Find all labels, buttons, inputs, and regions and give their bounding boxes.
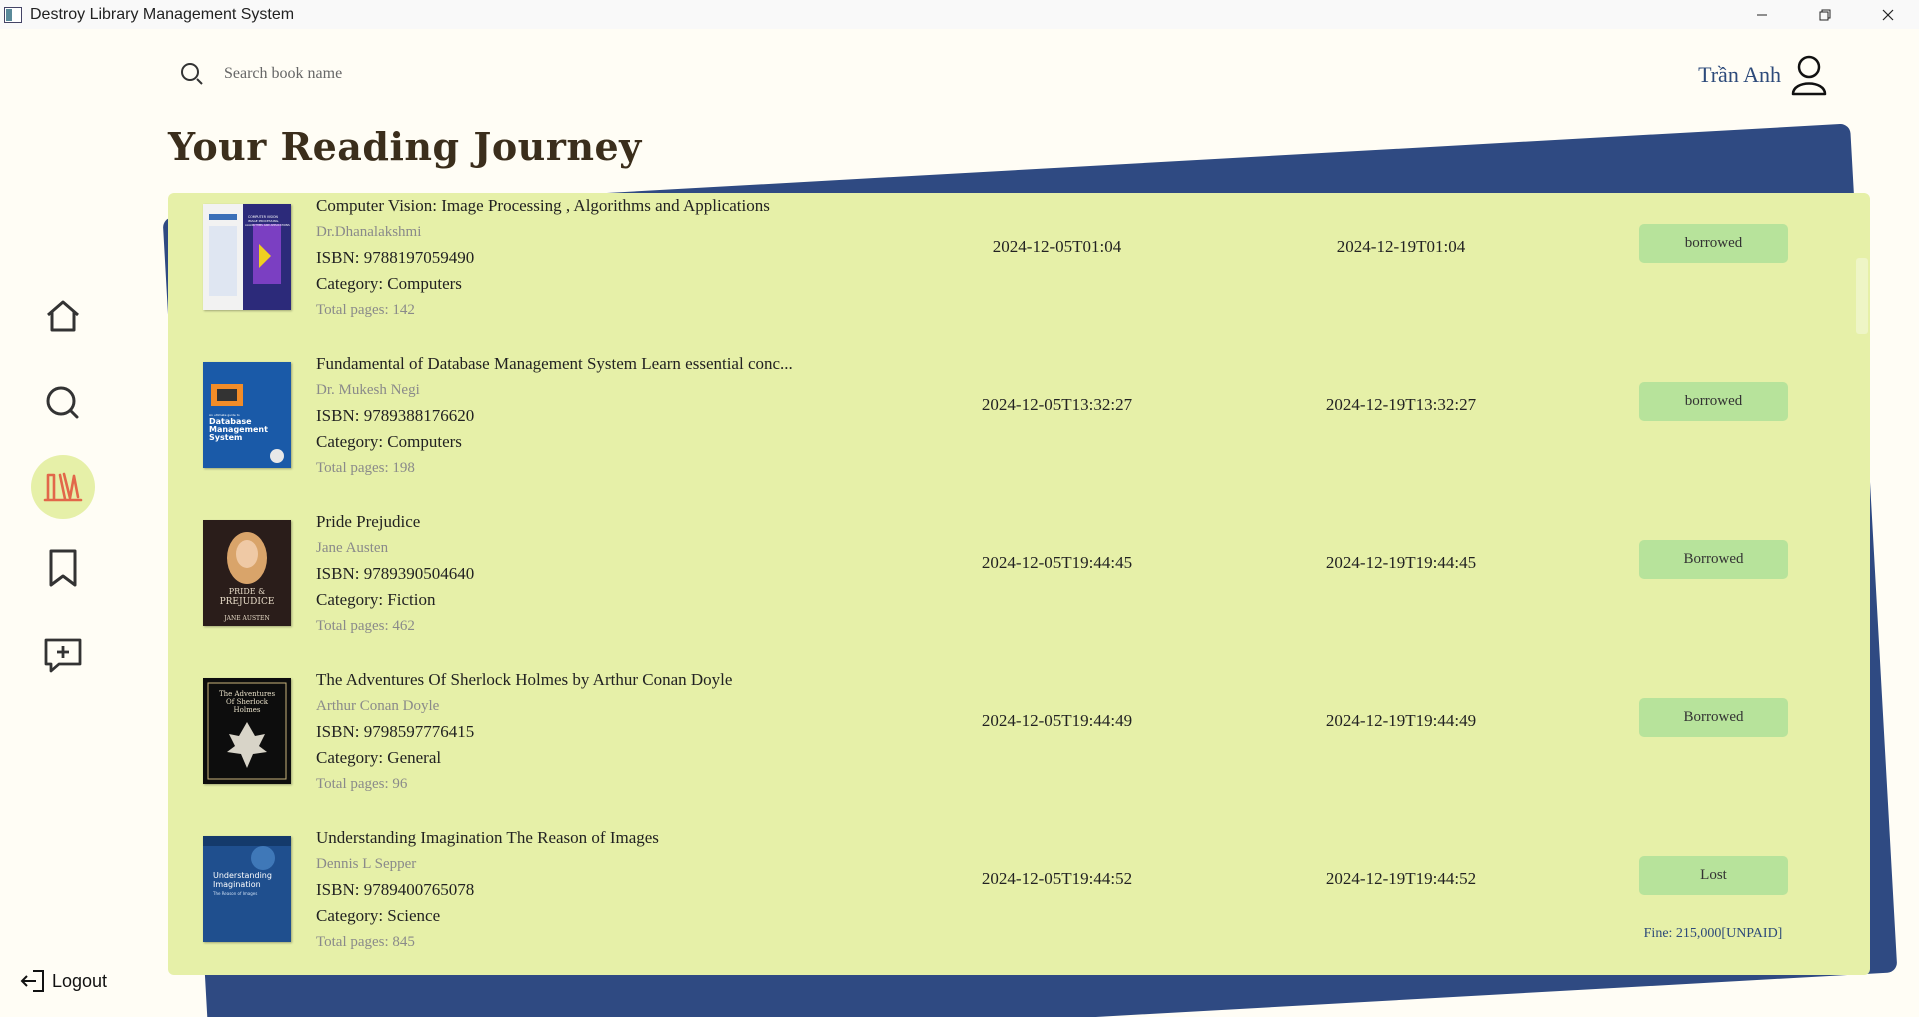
book-info: Understanding Imagination The Reason of … xyxy=(316,825,659,955)
book-cover: An ultimate guide to Database Management… xyxy=(203,362,291,468)
book-row[interactable]: PRIDE & PREJUDICE JANE AUSTEN Pride Prej… xyxy=(168,509,1870,667)
book-category: Category: Science xyxy=(316,906,441,925)
book-cover: The Adventures Of Sherlock Holmes xyxy=(203,678,291,784)
status-badge[interactable]: Borrowed xyxy=(1639,698,1788,737)
book-isbn: ISBN: 9789388176620 xyxy=(316,406,475,425)
book-pages: Total pages: 96 xyxy=(316,776,408,792)
home-icon xyxy=(47,300,79,332)
book-info: Computer Vision: Image Processing , Algo… xyxy=(316,193,770,323)
book-cover: Understanding Imagination The Reason of … xyxy=(203,836,291,942)
fine-label: Fine: 215,000[UNPAID] xyxy=(1643,926,1783,941)
borrow-date: 2024-12-05T19:44:49 xyxy=(981,711,1133,730)
due-date: 2024-12-19T19:44:49 xyxy=(1325,711,1477,730)
message-plus-icon xyxy=(44,638,82,673)
book-author: Dr. Mukesh Negi xyxy=(316,382,420,398)
book-pages: Total pages: 198 xyxy=(316,460,415,476)
status-badge[interactable]: borrowed xyxy=(1639,224,1788,263)
book-row[interactable]: Understanding Imagination The Reason of … xyxy=(168,825,1870,975)
logout-label: Logout xyxy=(52,970,108,991)
page-title: Your Reading Journey xyxy=(168,124,642,169)
book-info: Pride Prejudice Jane Austen ISBN: 978939… xyxy=(316,509,474,639)
status-badge[interactable]: Borrowed xyxy=(1639,540,1788,579)
close-icon xyxy=(1882,9,1893,20)
window-controls xyxy=(1730,0,1919,29)
book-isbn: ISBN: 9798597776415 xyxy=(316,722,475,741)
book-title: Computer Vision: Image Processing , Algo… xyxy=(316,196,770,215)
reading-list: COMPUTER VISION IMAGE PROCESSING, ALGORI… xyxy=(168,193,1870,975)
search-icon[interactable] xyxy=(180,62,204,86)
book-title: Fundamental of Database Management Syste… xyxy=(316,354,793,373)
minimize-button[interactable] xyxy=(1730,0,1793,29)
status-badge[interactable]: borrowed xyxy=(1639,382,1788,421)
book-category: Category: Fiction xyxy=(316,590,436,609)
book-row[interactable]: An ultimate guide to Database Management… xyxy=(168,351,1870,509)
book-isbn: ISBN: 9789400765078 xyxy=(316,880,475,899)
book-title: Understanding Imagination The Reason of … xyxy=(316,828,659,847)
window-titlebar: Destroy Library Management System xyxy=(0,0,1919,29)
search-input[interactable] xyxy=(224,65,624,83)
book-cover: COMPUTER VISION IMAGE PROCESSING, ALGORI… xyxy=(203,204,291,310)
book-category: Category: General xyxy=(316,748,442,767)
search-bar xyxy=(180,62,624,86)
book-category: Category: Computers xyxy=(316,274,462,293)
books-icon xyxy=(43,472,83,502)
book-author: Arthur Conan Doyle xyxy=(316,698,440,714)
borrow-date: 2024-12-05T01:04 xyxy=(992,237,1122,256)
book-author: Dr.Dhanalakshmi xyxy=(316,224,422,240)
due-date: 2024-12-19T13:32:27 xyxy=(1325,395,1477,414)
app-icon xyxy=(4,6,22,23)
book-author: Jane Austen xyxy=(316,540,389,556)
restore-icon xyxy=(1819,9,1830,20)
svg-text:ALGORITHMS AND APPLICATIONS: ALGORITHMS AND APPLICATIONS xyxy=(245,223,290,227)
search-icon xyxy=(46,386,79,419)
close-button[interactable] xyxy=(1856,0,1919,29)
due-date: 2024-12-19T01:04 xyxy=(1336,237,1466,256)
logout-button[interactable]: Logout xyxy=(20,968,107,994)
svg-text:The Reason of Images: The Reason of Images xyxy=(212,891,257,896)
sidebar-item-home[interactable] xyxy=(31,284,95,348)
sidebar-item-feedback[interactable] xyxy=(31,623,95,687)
book-title: Pride Prejudice xyxy=(316,512,421,531)
book-pages: Total pages: 845 xyxy=(316,934,415,950)
due-date: 2024-12-19T19:44:52 xyxy=(1325,869,1477,888)
book-row[interactable]: The Adventures Of Sherlock Holmes The Ad… xyxy=(168,667,1870,825)
bookmark-icon xyxy=(49,549,77,587)
book-title: The Adventures Of Sherlock Holmes by Art… xyxy=(316,670,733,689)
window-title: Destroy Library Management System xyxy=(30,5,295,23)
book-cover: PRIDE & PREJUDICE JANE AUSTEN xyxy=(203,520,291,626)
user-profile[interactable]: Trần Anh xyxy=(1698,54,1829,96)
book-category: Category: Computers xyxy=(316,432,462,451)
sidebar-item-library[interactable] xyxy=(31,455,95,519)
sidebar-item-bookmarks[interactable] xyxy=(31,536,95,600)
user-name: Trần Anh xyxy=(1698,62,1781,87)
borrow-date: 2024-12-05T19:44:45 xyxy=(981,553,1133,572)
restore-button[interactable] xyxy=(1793,0,1856,29)
sidebar-item-search[interactable] xyxy=(31,371,95,435)
book-pages: Total pages: 462 xyxy=(316,618,415,634)
svg-text:Understanding: Understanding xyxy=(213,871,272,880)
due-date: 2024-12-19T19:44:45 xyxy=(1325,553,1477,572)
borrow-date: 2024-12-05T19:44:52 xyxy=(981,869,1133,888)
svg-text:System: System xyxy=(209,433,242,442)
borrow-date: 2024-12-05T13:32:27 xyxy=(981,395,1133,414)
user-icon xyxy=(1791,55,1827,96)
book-info: The Adventures Of Sherlock Holmes by Art… xyxy=(316,667,732,797)
svg-text:Holmes: Holmes xyxy=(234,706,261,714)
book-pages: Total pages: 142 xyxy=(316,302,415,318)
book-author: Dennis L Sepper xyxy=(316,856,417,872)
svg-text:PREJUDICE: PREJUDICE xyxy=(220,597,275,607)
book-isbn: ISBN: 9788197059490 xyxy=(316,248,475,267)
svg-text:PRIDE &: PRIDE & xyxy=(229,587,265,596)
svg-text:Of Sherlock: Of Sherlock xyxy=(226,698,269,706)
book-isbn: ISBN: 9789390504640 xyxy=(316,564,475,583)
scrollbar-thumb[interactable] xyxy=(1856,258,1868,334)
book-info: Fundamental of Database Management Syste… xyxy=(316,351,793,481)
logout-icon xyxy=(20,970,44,992)
status-badge[interactable]: Lost xyxy=(1639,856,1788,895)
minimize-icon xyxy=(1756,14,1767,15)
svg-text:Imagination: Imagination xyxy=(213,880,261,889)
svg-text:The Adventures: The Adventures xyxy=(219,690,275,698)
svg-text:JANE AUSTEN: JANE AUSTEN xyxy=(223,615,269,622)
book-row[interactable]: COMPUTER VISION IMAGE PROCESSING, ALGORI… xyxy=(168,193,1870,351)
